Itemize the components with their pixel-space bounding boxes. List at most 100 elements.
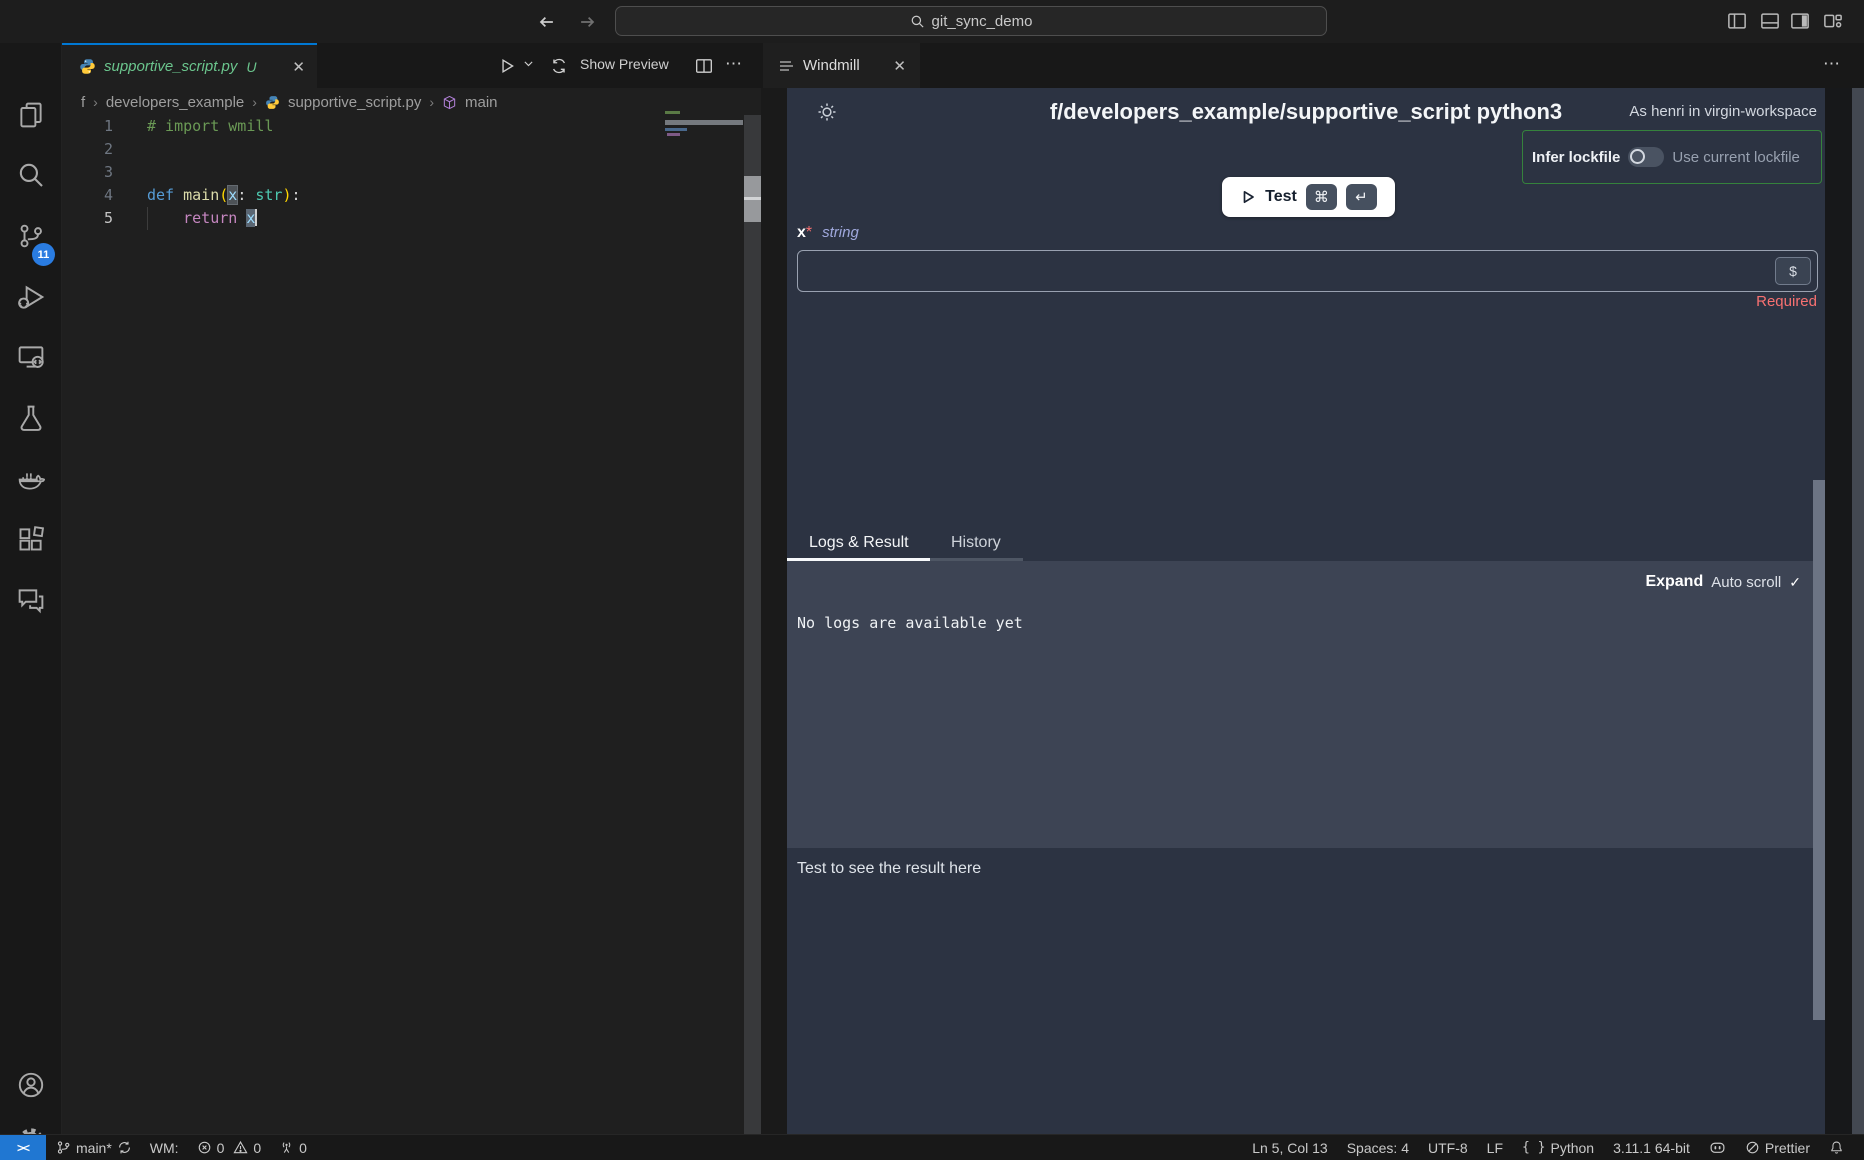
- toggle-secondary-sidebar-icon[interactable]: [1790, 11, 1810, 31]
- editor-tab-bar: supportive_script.py U ✕ Show Preview ⋯: [62, 43, 763, 88]
- copilot-icon[interactable]: [1709, 1139, 1726, 1156]
- remote-indicator[interactable]: ><: [0, 1135, 46, 1160]
- eol-item[interactable]: LF: [1487, 1140, 1503, 1156]
- back-arrow-icon[interactable]: [536, 12, 556, 32]
- minimap-slider[interactable]: [665, 120, 743, 125]
- docker-icon[interactable]: [17, 465, 45, 493]
- wm-status-item[interactable]: WM:: [150, 1140, 179, 1156]
- command-center[interactable]: git_sync_demo: [615, 6, 1327, 36]
- formatter-item[interactable]: Prettier: [1745, 1140, 1810, 1156]
- git-branch-item[interactable]: main*: [56, 1140, 132, 1156]
- language-mode-item[interactable]: { } Python: [1522, 1140, 1594, 1156]
- python-file-icon: [265, 95, 280, 110]
- play-icon: [1240, 189, 1256, 205]
- branch-name: main*: [76, 1140, 112, 1156]
- auto-scroll-label[interactable]: Auto scroll: [1711, 574, 1781, 591]
- problems-item[interactable]: 0 0: [197, 1140, 262, 1156]
- customize-layout-icon[interactable]: [1823, 11, 1843, 31]
- line-col-item[interactable]: Ln 5, Col 13: [1252, 1140, 1328, 1156]
- ports-item[interactable]: 0: [279, 1140, 307, 1156]
- lockfile-option-box: Infer lockfile Use current lockfile: [1522, 130, 1822, 184]
- editor-more-actions-icon[interactable]: ⋯: [725, 54, 743, 74]
- comments-icon[interactable]: [17, 586, 45, 614]
- format-disabled-icon: [1745, 1140, 1760, 1155]
- activity-bar: 11: [0, 43, 62, 1134]
- minimap-code-line: [667, 133, 680, 136]
- arg-field-label: x* string: [797, 224, 859, 242]
- check-icon[interactable]: ✓: [1789, 574, 1801, 591]
- code-line[interactable]: 5 return x: [62, 207, 744, 230]
- notifications-bell-icon[interactable]: [1829, 1140, 1844, 1155]
- code-line[interactable]: 2: [62, 138, 744, 161]
- breadcrumb-symbol[interactable]: main: [465, 94, 498, 111]
- testing-icon[interactable]: [17, 404, 45, 432]
- tab-windmill[interactable]: Windmill ✕: [763, 43, 920, 88]
- show-preview-button[interactable]: Show Preview: [580, 56, 669, 72]
- vscode-window: git_sync_demo 11: [0, 0, 1864, 1160]
- lockfile-toggle[interactable]: [1628, 147, 1664, 167]
- radio-tower-icon: [279, 1140, 294, 1155]
- tab-history[interactable]: History: [951, 534, 1001, 552]
- search-icon: [910, 14, 925, 29]
- branch-icon: [56, 1140, 71, 1155]
- breadcrumb-separator: ›: [252, 94, 257, 110]
- arg-name: x: [797, 224, 806, 241]
- encoding-item[interactable]: UTF-8: [1428, 1140, 1468, 1156]
- tab-logs-result[interactable]: Logs & Result: [809, 534, 909, 552]
- use-current-lockfile-label: Use current lockfile: [1672, 149, 1800, 166]
- webview-scrollbar-thumb[interactable]: [1813, 480, 1825, 1020]
- python-interpreter-item[interactable]: 3.11.1 64-bit: [1613, 1140, 1690, 1156]
- python-file-icon: [79, 58, 96, 75]
- required-star: *: [806, 224, 812, 241]
- logs-panel: Expand Auto scroll ✓ No logs are availab…: [787, 561, 1825, 848]
- cmd-key-icon: ⌘: [1306, 184, 1337, 210]
- breadcrumb-root[interactable]: f: [81, 94, 85, 111]
- breadcrumb-file[interactable]: supportive_script.py: [288, 94, 421, 111]
- windmill-more-actions-icon[interactable]: ⋯: [1823, 54, 1841, 74]
- explorer-icon[interactable]: [17, 101, 45, 129]
- arg-input[interactable]: [797, 250, 1818, 292]
- breadcrumb-folder[interactable]: developers_example: [106, 94, 244, 111]
- webview-scrollbar-track[interactable]: [1852, 88, 1864, 1134]
- tab-supportive-script[interactable]: supportive_script.py U ✕: [62, 43, 317, 88]
- tab-close-icon[interactable]: ✕: [292, 58, 305, 76]
- editor-scrollbar[interactable]: [744, 115, 761, 1134]
- editor-group-gap: [761, 88, 787, 1134]
- expand-button[interactable]: Expand: [1645, 573, 1703, 591]
- sync-icon: [117, 1140, 132, 1155]
- search-icon[interactable]: [17, 161, 45, 189]
- title-bar: git_sync_demo: [0, 0, 1864, 43]
- list-icon: [778, 58, 794, 74]
- code-line[interactable]: 4def main(x: str):: [62, 184, 744, 207]
- tab-git-status: U: [246, 59, 256, 75]
- extensions-icon[interactable]: [17, 525, 45, 553]
- run-context: As henri in virgin-workspace: [1629, 103, 1817, 120]
- account-icon[interactable]: [17, 1071, 45, 1099]
- indent-guide: [147, 207, 148, 230]
- windmill-webview: f/developers_example/supportive_script p…: [787, 88, 1825, 1134]
- panel-gap: [1825, 88, 1852, 1134]
- code-line[interactable]: 1# import wmill: [62, 115, 744, 138]
- toggle-panel-icon[interactable]: [1760, 11, 1780, 31]
- toggle-primary-sidebar-icon[interactable]: [1727, 11, 1747, 31]
- variable-picker-button[interactable]: $: [1775, 257, 1811, 285]
- test-button[interactable]: Test ⌘ ↵: [1222, 177, 1395, 217]
- run-file-icon[interactable]: [498, 57, 516, 75]
- ports-count: 0: [299, 1140, 307, 1156]
- indentation-item[interactable]: Spaces: 4: [1347, 1140, 1409, 1156]
- language-name: Python: [1550, 1140, 1594, 1156]
- windmill-tab-bar: Windmill ✕ ⋯: [763, 43, 1864, 88]
- remote-explorer-icon[interactable]: [17, 343, 45, 371]
- run-dropdown-chevron-icon[interactable]: [522, 57, 535, 75]
- code-line[interactable]: 3: [62, 161, 744, 184]
- code-lines: 1# import wmill234def main(x: str):5 ret…: [62, 115, 744, 230]
- toggle-knob: [1630, 149, 1645, 164]
- code-editor[interactable]: 1# import wmill234def main(x: str):5 ret…: [62, 115, 744, 1134]
- open-changes-icon[interactable]: [550, 57, 568, 75]
- minimap-code-line: [665, 128, 687, 131]
- breadcrumb-separator: ›: [93, 94, 98, 110]
- run-debug-icon[interactable]: [17, 283, 45, 311]
- forward-arrow-icon[interactable]: [578, 12, 598, 32]
- tab-close-icon[interactable]: ✕: [893, 57, 906, 75]
- split-editor-icon[interactable]: [695, 57, 713, 75]
